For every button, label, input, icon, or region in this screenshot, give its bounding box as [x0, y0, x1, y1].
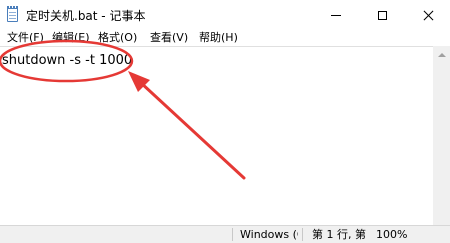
- status-divider: [302, 228, 303, 241]
- editor-content: shutdown -s -t 1000: [2, 53, 133, 68]
- menu-view[interactable]: 查看(V): [150, 30, 188, 46]
- close-button[interactable]: [405, 0, 450, 30]
- minimize-icon: [331, 14, 341, 16]
- menu-help[interactable]: 帮助(H): [199, 30, 238, 46]
- text-editor[interactable]: shutdown -s -t 1000: [0, 46, 433, 225]
- status-bar: Windows (C 第 1 行, 第 100%: [0, 225, 450, 243]
- status-zoom: 100%: [376, 228, 408, 241]
- arrow-up-icon: [437, 52, 446, 57]
- status-divider: [232, 228, 233, 241]
- menu-edit[interactable]: 编辑(E): [52, 30, 90, 46]
- notepad-icon: [7, 6, 18, 22]
- menu-file[interactable]: 文件(F): [7, 30, 44, 46]
- maximize-icon: [377, 10, 387, 20]
- menu-bar: 文件(F) 编辑(E) 格式(O) 查看(V) 帮助(H): [0, 30, 450, 46]
- status-line-ending: Windows (C: [240, 228, 298, 241]
- minimize-button[interactable]: [313, 0, 359, 30]
- close-icon: [423, 10, 434, 21]
- maximize-button[interactable]: [359, 0, 405, 30]
- scroll-up-button[interactable]: [433, 46, 450, 63]
- title-bar[interactable]: 定时关机.bat - 记事本: [0, 0, 450, 30]
- vertical-scrollbar[interactable]: [433, 46, 450, 225]
- menu-format[interactable]: 格式(O): [98, 30, 137, 46]
- status-cursor-position: 第 1 行, 第: [312, 228, 366, 241]
- window-title: 定时关机.bat - 记事本: [26, 9, 146, 23]
